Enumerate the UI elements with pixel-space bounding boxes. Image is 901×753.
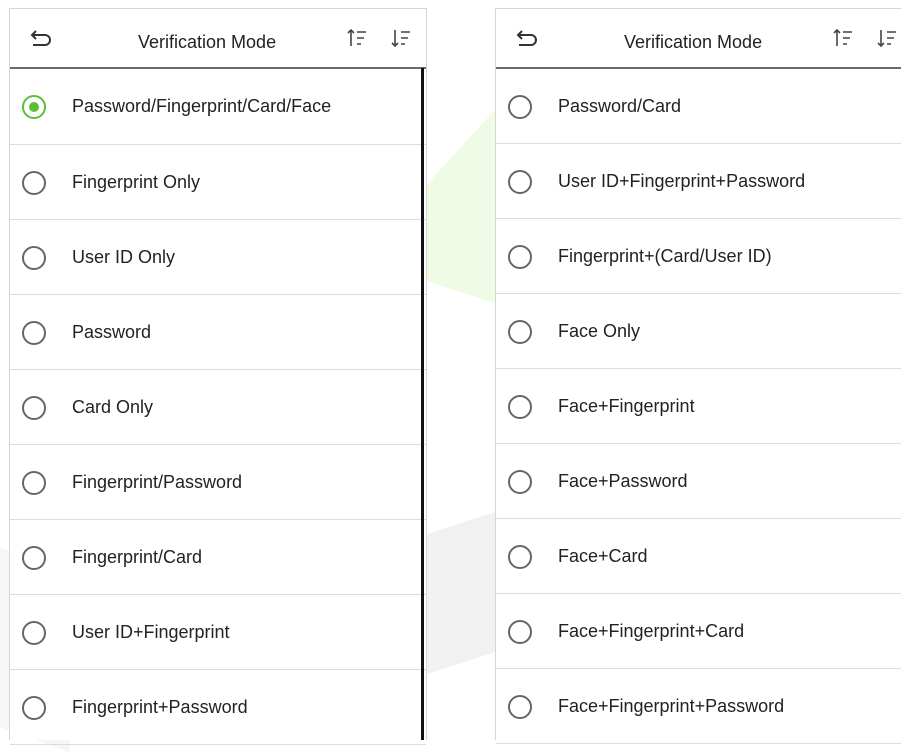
option-label: Fingerprint+(Card/User ID) <box>558 246 772 266</box>
header: Verification Mode <box>10 9 426 69</box>
scrollbar[interactable] <box>421 68 424 740</box>
list-item[interactable]: Fingerprint/Card <box>10 520 426 595</box>
list-item[interactable]: User ID+Fingerprint+Password <box>496 144 901 219</box>
radio-button[interactable] <box>22 95 46 119</box>
list-item[interactable]: Face+Password <box>496 444 901 519</box>
list-item[interactable]: Card Only <box>10 370 426 445</box>
list-item[interactable]: User ID Only <box>10 220 426 295</box>
option-label: Password/Card <box>558 96 682 116</box>
list-item[interactable]: Fingerprint Only <box>10 145 426 220</box>
radio-button[interactable] <box>22 621 46 645</box>
list-item[interactable]: Fingerprint+(Card/User ID) <box>496 219 901 294</box>
option-label: User ID Only <box>72 247 176 267</box>
sort-ascending-icon[interactable] <box>346 27 368 49</box>
list-item[interactable]: Face+Fingerprint+Password <box>496 669 901 744</box>
radio-button[interactable] <box>22 546 46 570</box>
radio-button[interactable] <box>508 320 532 344</box>
list-item[interactable]: Face+Fingerprint <box>496 369 901 444</box>
back-arrow-icon[interactable] <box>28 26 54 52</box>
option-label: Face Only <box>558 321 641 341</box>
sort-descending-icon[interactable] <box>390 27 412 49</box>
list-item[interactable]: Face+Fingerprint+Card <box>496 594 901 669</box>
sort-ascending-icon[interactable] <box>832 27 854 49</box>
option-label: Fingerprint/Card <box>72 547 203 567</box>
sort-descending-icon[interactable] <box>876 27 898 49</box>
option-label: Fingerprint/Password <box>72 472 243 492</box>
list-item[interactable]: Password/Card <box>496 69 901 144</box>
radio-button[interactable] <box>508 245 532 269</box>
list-item[interactable]: User ID+Fingerprint <box>10 595 426 670</box>
list-item[interactable]: Fingerprint+Password <box>10 670 426 745</box>
radio-button[interactable] <box>22 396 46 420</box>
page-title: Verification Mode <box>624 32 763 52</box>
option-label: Face+Password <box>558 471 688 491</box>
list-item[interactable]: Fingerprint/Password <box>10 445 426 520</box>
radio-button[interactable] <box>508 695 532 719</box>
radio-button[interactable] <box>508 395 532 419</box>
option-label: Face+Fingerprint+Card <box>558 621 745 641</box>
option-label: Fingerprint Only <box>72 172 201 192</box>
option-label: User ID+Fingerprint+Password <box>558 171 806 191</box>
radio-button[interactable] <box>22 321 46 345</box>
option-label: Face+Fingerprint <box>558 396 695 416</box>
option-label: User ID+Fingerprint <box>72 622 230 642</box>
page-title: Verification Mode <box>138 32 277 52</box>
list-item[interactable]: Face+Card <box>496 519 901 594</box>
radio-button[interactable] <box>508 620 532 644</box>
list-item[interactable]: Password <box>10 295 426 370</box>
verification-mode-screen-left: Verification Mode Password/Fingerprint/C… <box>9 8 427 745</box>
option-label: Password/Fingerprint/Card/Face <box>72 96 332 116</box>
verification-mode-screen-right: Verification Mode Password/Card User ID+… <box>495 8 901 744</box>
radio-button[interactable] <box>508 470 532 494</box>
verification-mode-list: Password/Fingerprint/Card/Face Fingerpri… <box>10 69 426 745</box>
option-label: Card Only <box>72 397 154 417</box>
radio-button[interactable] <box>508 170 532 194</box>
option-label: Fingerprint+Password <box>72 697 248 717</box>
header: Verification Mode <box>496 9 901 69</box>
option-label: Password <box>72 322 152 342</box>
list-item[interactable]: Password/Fingerprint/Card/Face <box>10 69 426 145</box>
radio-button[interactable] <box>22 696 46 720</box>
option-label: Face+Fingerprint+Password <box>558 696 785 716</box>
radio-button[interactable] <box>22 171 46 195</box>
back-arrow-icon[interactable] <box>514 26 540 52</box>
verification-mode-list: Password/Card User ID+Fingerprint+Passwo… <box>496 69 901 744</box>
radio-button[interactable] <box>22 246 46 270</box>
radio-button[interactable] <box>508 545 532 569</box>
option-label: Face+Card <box>558 546 648 566</box>
radio-button[interactable] <box>22 471 46 495</box>
list-item[interactable]: Face Only <box>496 294 901 369</box>
radio-button[interactable] <box>508 95 532 119</box>
